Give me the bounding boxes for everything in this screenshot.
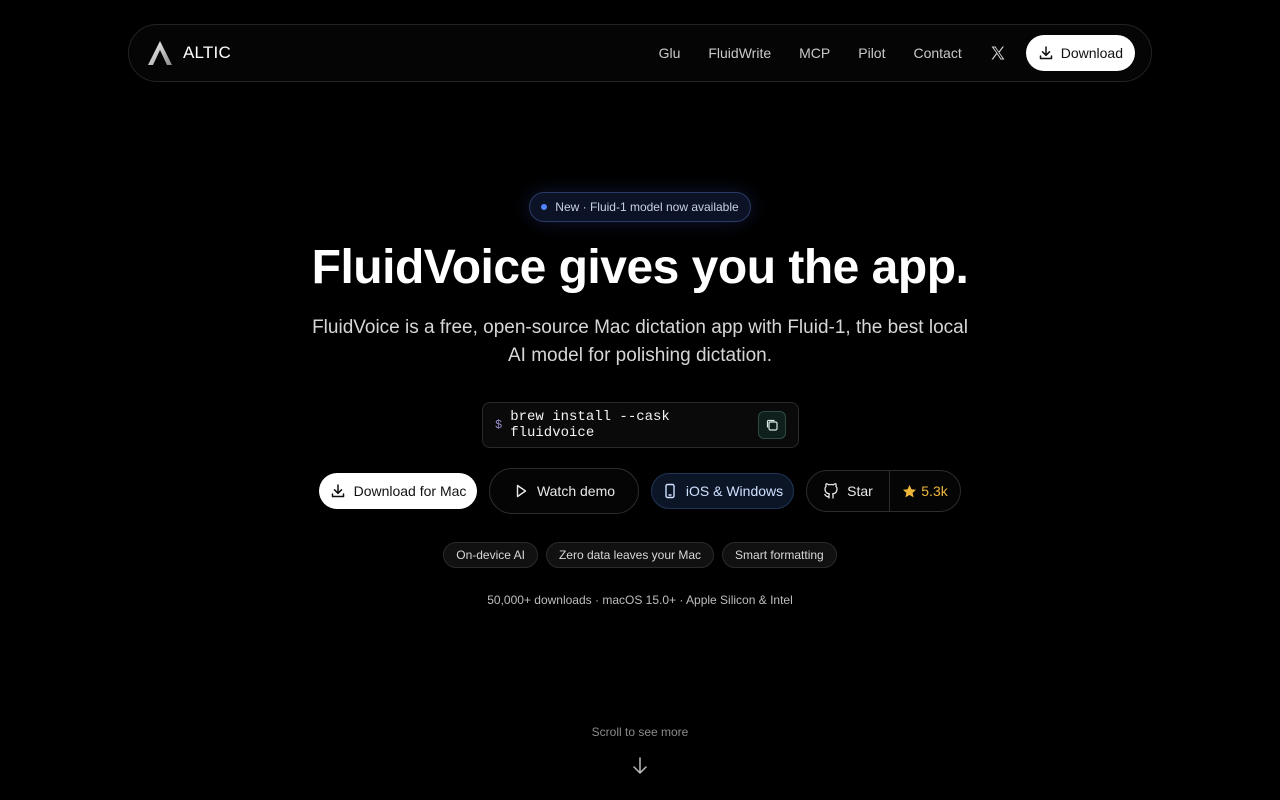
- star-icon: [903, 484, 917, 497]
- github-star-button[interactable]: Star: [807, 471, 890, 511]
- nav-links: Glu FluidWrite MCP Pilot Contact Downloa…: [659, 35, 1135, 71]
- ios-windows-label: iOS & Windows: [685, 483, 784, 499]
- nav-download-button[interactable]: Download: [1025, 35, 1135, 71]
- nav-link-glu[interactable]: Glu: [659, 45, 681, 61]
- download-stats: 50,000+ downloads · macOS 15.0+ · Apple …: [487, 593, 793, 607]
- feature-chips: On-device AI Zero data leaves your Mac S…: [0, 542, 1280, 568]
- ios-windows-button[interactable]: iOS & Windows: [651, 473, 794, 509]
- download-icon: [1039, 46, 1052, 60]
- altic-logo-icon: [148, 41, 172, 65]
- phone-icon: [665, 483, 675, 499]
- brand-name: ALTIC: [183, 43, 231, 62]
- feature-chip: Smart formatting: [722, 542, 837, 568]
- nav-link-contact[interactable]: Contact: [913, 45, 961, 61]
- hero-title: FluidVoice gives you the app.: [311, 241, 969, 294]
- arrow-down-icon[interactable]: [631, 756, 649, 776]
- nav-link-fluidwrite[interactable]: FluidWrite: [708, 45, 771, 61]
- feature-chip: Zero data leaves your Mac: [545, 542, 715, 568]
- watch-demo-button[interactable]: Watch demo: [489, 468, 639, 514]
- command-prompt: $: [495, 418, 503, 432]
- nav-link-pilot[interactable]: Pilot: [858, 45, 885, 61]
- brand[interactable]: ALTIC: [147, 40, 231, 66]
- copy-command-button[interactable]: [758, 411, 786, 439]
- badge-text: New · Fluid-1 model now available: [555, 200, 739, 214]
- star-count-value: 5.3k: [921, 483, 948, 499]
- nav-link-mcp[interactable]: MCP: [799, 45, 830, 61]
- github-star-group: Star 5.3k: [806, 470, 961, 512]
- hero-subtitle: FluidVoice is a free, open-source Mac di…: [312, 317, 968, 366]
- cta-row: Download for Mac Watch demo iOS & Window…: [0, 468, 1280, 514]
- badge-dot-icon: [541, 204, 548, 210]
- announcement-badge[interactable]: New · Fluid-1 model now available: [529, 192, 751, 222]
- feature-chip: On-device AI: [443, 542, 538, 568]
- download-mac-button[interactable]: Download for Mac: [319, 473, 477, 509]
- watch-demo-label: Watch demo: [536, 483, 616, 499]
- play-icon: [516, 484, 527, 498]
- scroll-hint: Scroll to see more: [591, 725, 689, 739]
- x-twitter-icon[interactable]: [990, 45, 1006, 61]
- install-command[interactable]: brew install --cask fluidvoice: [510, 409, 758, 441]
- github-icon: [824, 483, 838, 499]
- install-command-box: $ brew install --cask fluidvoice: [482, 402, 799, 448]
- star-count[interactable]: 5.3k: [890, 471, 960, 511]
- copy-icon: [767, 419, 778, 431]
- top-nav: ALTIC Glu FluidWrite MCP Pilot Contact D…: [128, 24, 1152, 82]
- star-label: Star: [847, 483, 873, 499]
- download-mac-label: Download for Mac: [353, 483, 467, 499]
- download-icon: [331, 484, 344, 498]
- nav-download-label: Download: [1060, 45, 1123, 61]
